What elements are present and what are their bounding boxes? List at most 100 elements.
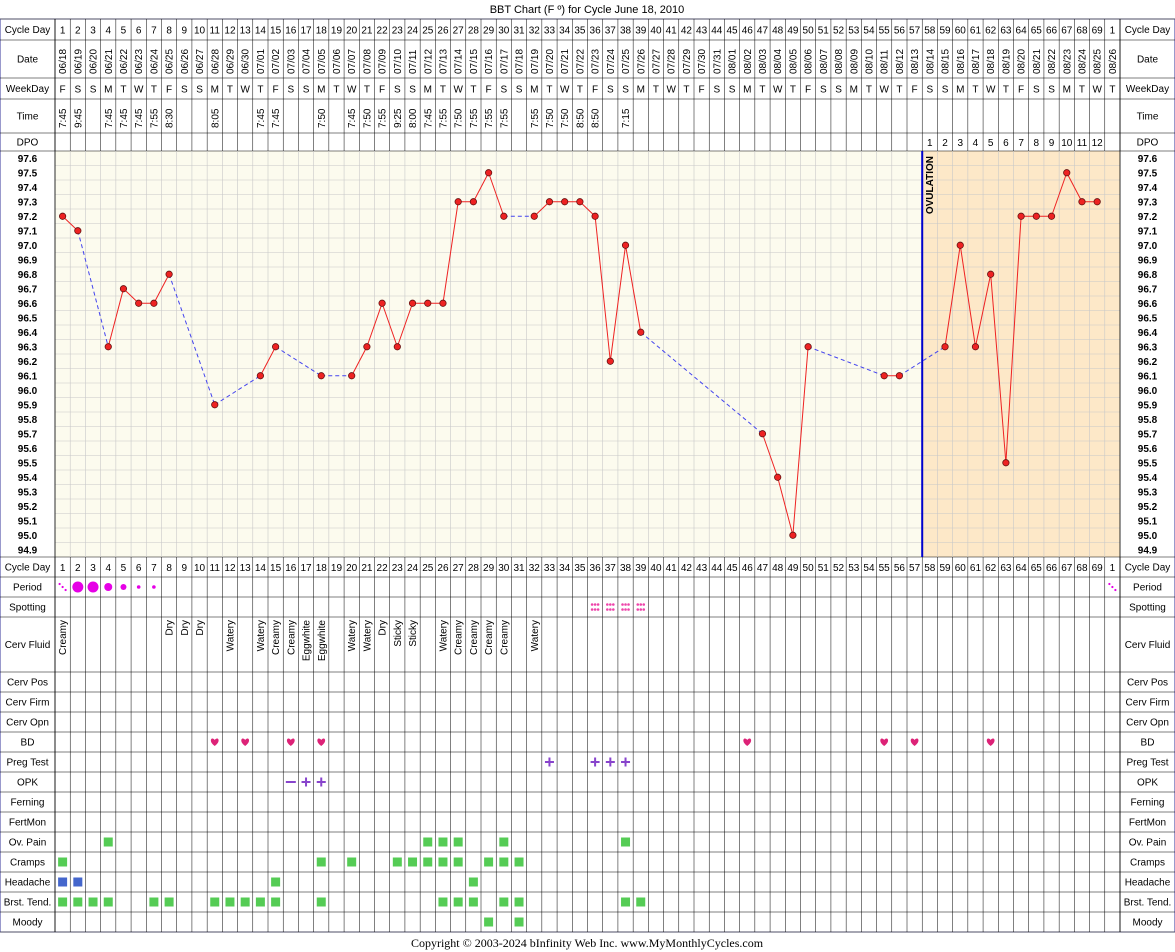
headache-marker — [271, 877, 281, 887]
weekday-label: T — [257, 85, 263, 96]
period-dot — [72, 581, 84, 593]
dpo-label: 7 — [1018, 138, 1024, 149]
y-tick-label: 95.2 — [18, 502, 38, 513]
cycle-day-label: 40 — [650, 26, 662, 37]
time-label: 7:15 — [621, 108, 632, 128]
row-label-moody: Moody — [1132, 918, 1162, 929]
cycle-day-label: 34 — [559, 26, 571, 37]
brst-tend-marker — [636, 897, 646, 907]
bbt-chart: BBT Chart (F º) for Cycle June 18, 2010 … — [0, 4, 1175, 950]
cycle-day-label: 45 — [726, 563, 738, 574]
y-tick-label: 96.8 — [18, 270, 38, 281]
y-tick-label: 95.4 — [1138, 473, 1158, 484]
cycle-day-label: 66 — [1046, 563, 1058, 574]
cycle-day-label: 9 — [182, 563, 188, 574]
cerv-fluid-label: Sticky — [408, 620, 419, 647]
temp-point — [530, 212, 538, 220]
cycle-day-label: 12 — [224, 563, 236, 574]
weekday-label: S — [181, 85, 188, 96]
cycle-day-label: 33 — [544, 26, 556, 37]
y-tick-label: 97.2 — [1138, 212, 1158, 223]
cycle-day-label: 51 — [818, 563, 830, 574]
cycle-day-label: 47 — [757, 26, 769, 37]
brst-tend-marker — [149, 897, 159, 907]
date-label: 08/24 — [1077, 49, 1088, 74]
time-label: 8:50 — [575, 108, 586, 128]
cerv-fluid-label: Creamy — [454, 620, 465, 655]
cycle-day-label: 54 — [863, 563, 875, 574]
y-tick-label: 97.1 — [1138, 226, 1158, 237]
cerv-fluid-label: Watery — [438, 620, 449, 651]
cycle-day-label: 27 — [453, 563, 465, 574]
cycle-day-label: 13 — [240, 26, 252, 37]
weekday-label: S — [729, 85, 736, 96]
weekday-label: S — [835, 85, 842, 96]
temp-point — [424, 299, 432, 307]
temp-point — [272, 343, 280, 351]
date-label: 08/11 — [880, 49, 891, 74]
cycle-day-label: 15 — [270, 563, 282, 574]
weekday-label: M — [104, 85, 112, 96]
row-label-weekday: WeekDay — [1126, 84, 1169, 95]
cycle-day-label: 7 — [151, 563, 157, 574]
temp-point — [576, 198, 584, 206]
weekday-label: T — [333, 85, 339, 96]
cerv-fluid-label: Watery — [530, 620, 541, 651]
temp-point — [987, 270, 995, 278]
date-label: 07/21 — [560, 49, 571, 74]
weekday-label: F — [699, 85, 705, 96]
cycle-day-label: 1 — [1110, 563, 1116, 574]
spotting-dot — [590, 603, 594, 606]
date-label: 07/24 — [606, 49, 617, 74]
cycle-day-label: 46 — [742, 563, 754, 574]
cycle-day-label: 3 — [90, 26, 96, 37]
brst-tend-marker — [271, 897, 281, 907]
date-label: 08/10 — [864, 49, 875, 74]
date-label: 07/30 — [697, 49, 708, 74]
time-label: 7:45 — [347, 108, 358, 128]
y-tick-label: 96.2 — [18, 357, 38, 368]
cycle-day-label: 54 — [863, 26, 875, 37]
time-label: 7:50 — [545, 108, 556, 128]
date-label: 08/25 — [1093, 49, 1104, 74]
row-label-cycle-day: Cycle Day — [1125, 25, 1171, 36]
cycle-day-label: 57 — [909, 563, 921, 574]
temp-point — [500, 212, 508, 220]
cycle-day-label: 43 — [696, 26, 708, 37]
weekday-label: T — [653, 85, 659, 96]
weekday-label: W — [134, 85, 144, 96]
cycle-day-label: 67 — [1061, 563, 1073, 574]
cycle-day-label: 35 — [574, 26, 586, 37]
moody-marker — [484, 917, 494, 927]
cycle-day-label: 40 — [650, 563, 662, 574]
date-label: 06/20 — [89, 49, 100, 74]
row-label-cerv-pos: Cerv Pos — [1127, 678, 1168, 689]
cycle-day-label: 55 — [879, 26, 891, 37]
date-label: 06/27 — [195, 49, 206, 74]
cycle-day-label: 53 — [848, 563, 860, 574]
weekday-label: T — [227, 85, 233, 96]
date-label: 08/16 — [956, 49, 967, 74]
period-spot-dot — [64, 588, 67, 592]
cerv-fluid-label: Watery — [362, 620, 373, 651]
cycle-day-label: 62 — [985, 563, 997, 574]
temp-point — [956, 241, 964, 249]
temp-point — [1047, 212, 1056, 220]
y-tick-label: 95.7 — [18, 429, 38, 440]
time-label: 7:45 — [256, 108, 267, 128]
temp-point — [59, 212, 67, 220]
temp-point — [317, 372, 325, 380]
cycle-day-label: 33 — [544, 563, 556, 574]
spotting-dot — [636, 608, 640, 611]
cycle-day-label: 1 — [1110, 26, 1116, 37]
temp-point — [1078, 198, 1086, 206]
cerv-fluid-label: Creamy — [469, 620, 480, 655]
weekday-label: T — [546, 85, 552, 96]
y-tick-label: 95.0 — [18, 531, 38, 542]
period-spot-dot — [1114, 588, 1117, 592]
weekday-label: F — [912, 85, 918, 96]
cycle-day-label: 61 — [970, 26, 982, 37]
weekday-label: S — [1033, 85, 1040, 96]
weekday-label: M — [1063, 85, 1071, 96]
cycle-day-label: 10 — [194, 26, 206, 37]
